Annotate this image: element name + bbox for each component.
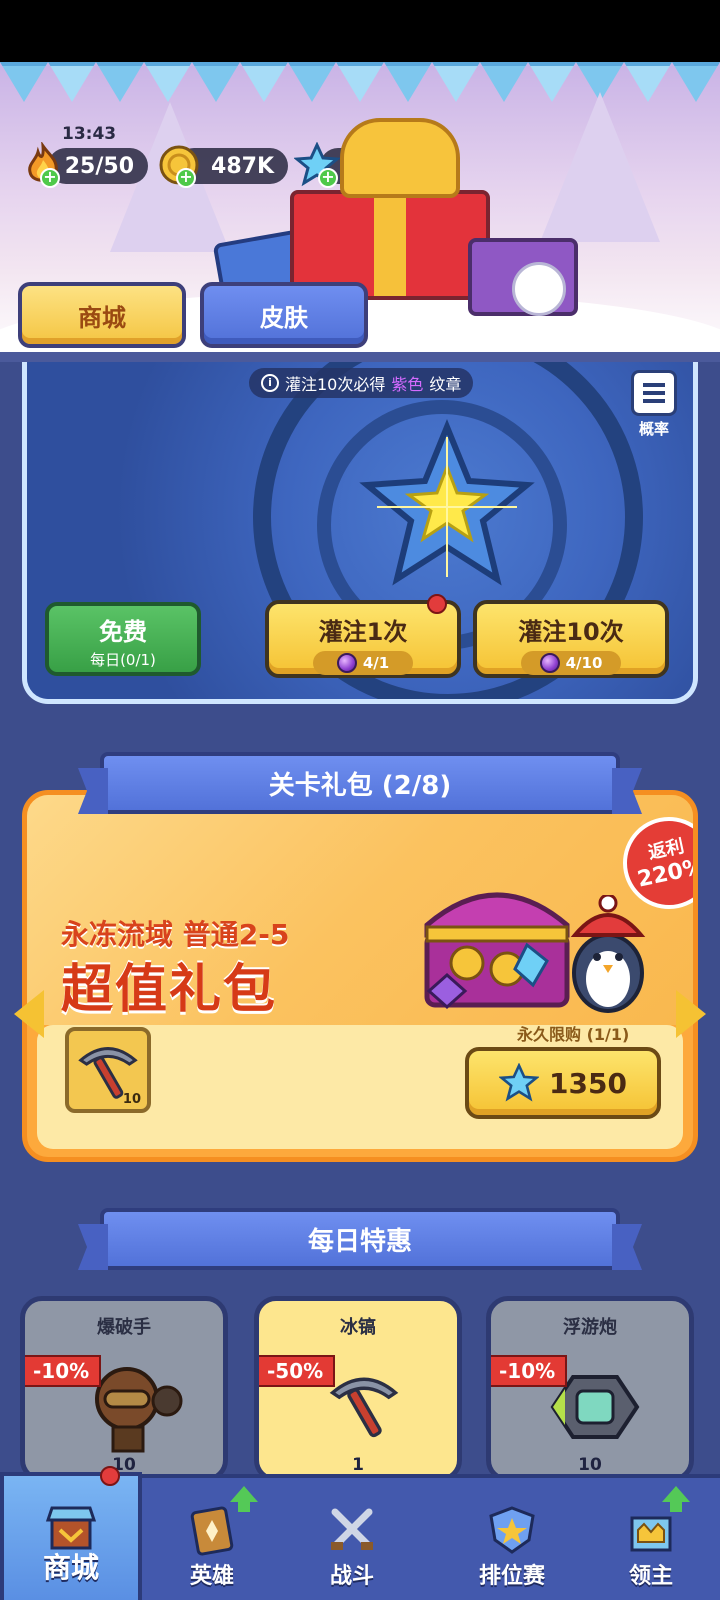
infuse-once-label: 灌注1次 — [318, 618, 408, 646]
tab-divider — [0, 352, 720, 362]
info-icon: i — [261, 374, 279, 392]
nav-label: 战斗 — [329, 1564, 374, 1589]
gift-bow-decoration — [340, 118, 460, 198]
add-gem-icon[interactable]: + — [318, 168, 338, 188]
tab-shop[interactable]: 商城 — [18, 282, 186, 348]
nav-item-battle[interactable]: 战斗 — [282, 1478, 422, 1600]
clock-time: 13:43 — [62, 124, 117, 144]
level-pack-header: 关卡礼包 (2/8) — [100, 752, 620, 814]
purple-orb-icon — [539, 653, 560, 673]
nav-item-shop[interactable]: 商城 — [0, 1472, 142, 1600]
treasure-chest-icon — [424, 892, 570, 1010]
previous-pack-arrow[interactable] — [14, 990, 44, 1038]
deal-card-drone-cannon[interactable]: 浮游炮 -10% 10 — [486, 1296, 694, 1482]
infuse-once-cost-value: 4/1 — [362, 654, 390, 672]
add-energy-icon[interactable]: + — [40, 168, 60, 188]
infuse-ten-button[interactable]: 灌注10次 4/10 — [473, 600, 669, 678]
pickaxe-item-slot[interactable]: 10 — [65, 1027, 151, 1113]
discount-badge: -10% — [491, 1355, 568, 1387]
nav-label: 领主 — [628, 1564, 673, 1589]
deal-name: 冰镐 — [340, 1317, 376, 1338]
purchase-limit: 永久限购 (1/1) — [517, 1025, 630, 1044]
discount-badge: -50% — [259, 1355, 336, 1387]
notice-highlight: 紫色 — [391, 375, 424, 394]
infuse-ten-cost-value: 4/10 — [565, 654, 603, 672]
rank-shield-icon — [489, 1506, 535, 1554]
nav-item-lord[interactable]: 领主 — [582, 1478, 720, 1600]
blue-gem-icon — [499, 1063, 540, 1102]
probability-button[interactable]: 概率 — [623, 370, 685, 440]
pack-price: 1350 — [549, 1066, 627, 1100]
energy-value: 25/50 — [64, 153, 134, 179]
notice-suffix: 纹章 — [429, 375, 462, 394]
deal-name: 爆破手 — [97, 1317, 151, 1338]
snowman-decoration — [512, 262, 566, 316]
nav-label: 排位赛 — [478, 1564, 545, 1589]
deal-card-ice-pick[interactable]: 冰镐 -50% 1 — [254, 1296, 462, 1482]
infuse-ten-label: 灌注10次 — [518, 618, 624, 646]
document-icon — [631, 370, 677, 416]
deal-quantity: 1 — [352, 1455, 364, 1475]
upgrade-arrow-icon — [662, 1486, 690, 1512]
daily-deals-header: 每日特惠 — [100, 1208, 620, 1270]
crest-star-icon — [359, 419, 535, 586]
item-count: 10 — [122, 1092, 141, 1107]
notification-dot — [100, 1466, 120, 1486]
bottom-navigation: 商城 英雄 战斗 排位赛 领主 — [0, 1466, 720, 1600]
shop-screen: 13:43 25/50 + 487K + 1912 + 商城 皮肤 i — [0, 0, 720, 1600]
free-daily-count: 每日(0/1) — [90, 651, 156, 669]
deal-quantity: 10 — [578, 1455, 602, 1475]
nav-item-heroes[interactable]: 英雄 — [142, 1478, 282, 1600]
pack-title: 超值礼包 — [61, 960, 278, 1020]
purple-orb-icon — [336, 653, 357, 673]
level-pack-card: 永冻流域 普通2-5 超值礼包 返利 220% 10 永久限购 (1/1) 13… — [22, 790, 698, 1162]
nav-item-ranked[interactable]: 排位赛 — [442, 1478, 582, 1600]
crossed-swords-icon — [331, 1508, 373, 1550]
notification-dot — [427, 594, 447, 614]
free-daily-button[interactable]: 免费 每日(0/1) — [45, 602, 201, 676]
upgrade-arrow-icon — [230, 1486, 258, 1512]
hero-card-icon — [190, 1506, 234, 1556]
infuse-ten-cost: 4/10 — [521, 651, 621, 675]
tab-skins[interactable]: 皮肤 — [200, 282, 368, 348]
infusion-notice: i 灌注10次必得 紫色 纹章 — [249, 368, 474, 398]
notice-prefix: 灌注10次必得 — [285, 375, 386, 394]
add-gold-icon[interactable]: + — [176, 168, 196, 188]
discount-badge: -10% — [25, 1355, 102, 1387]
probability-label: 概率 — [638, 420, 669, 438]
deal-card-bomber[interactable]: 爆破手 -10% 10 — [20, 1296, 228, 1482]
next-pack-arrow[interactable] — [676, 990, 706, 1038]
system-status-bar — [0, 0, 720, 62]
buy-pack-button[interactable]: 1350 — [465, 1047, 661, 1119]
nav-label: 英雄 — [189, 1564, 234, 1589]
snow-tree-decoration — [540, 92, 660, 242]
infusion-panel: i 灌注10次必得 紫色 纹章 概率 免费 每日(0/1) 灌注1次 4/1 灌注1… — [22, 362, 698, 704]
free-label: 免费 — [99, 618, 147, 646]
nav-label: 商城 — [42, 1551, 99, 1584]
penguin-mascot-icon — [570, 895, 646, 1013]
gold-value: 487K — [211, 153, 274, 179]
deal-name: 浮游炮 — [563, 1317, 617, 1338]
infuse-once-cost: 4/1 — [313, 651, 413, 675]
